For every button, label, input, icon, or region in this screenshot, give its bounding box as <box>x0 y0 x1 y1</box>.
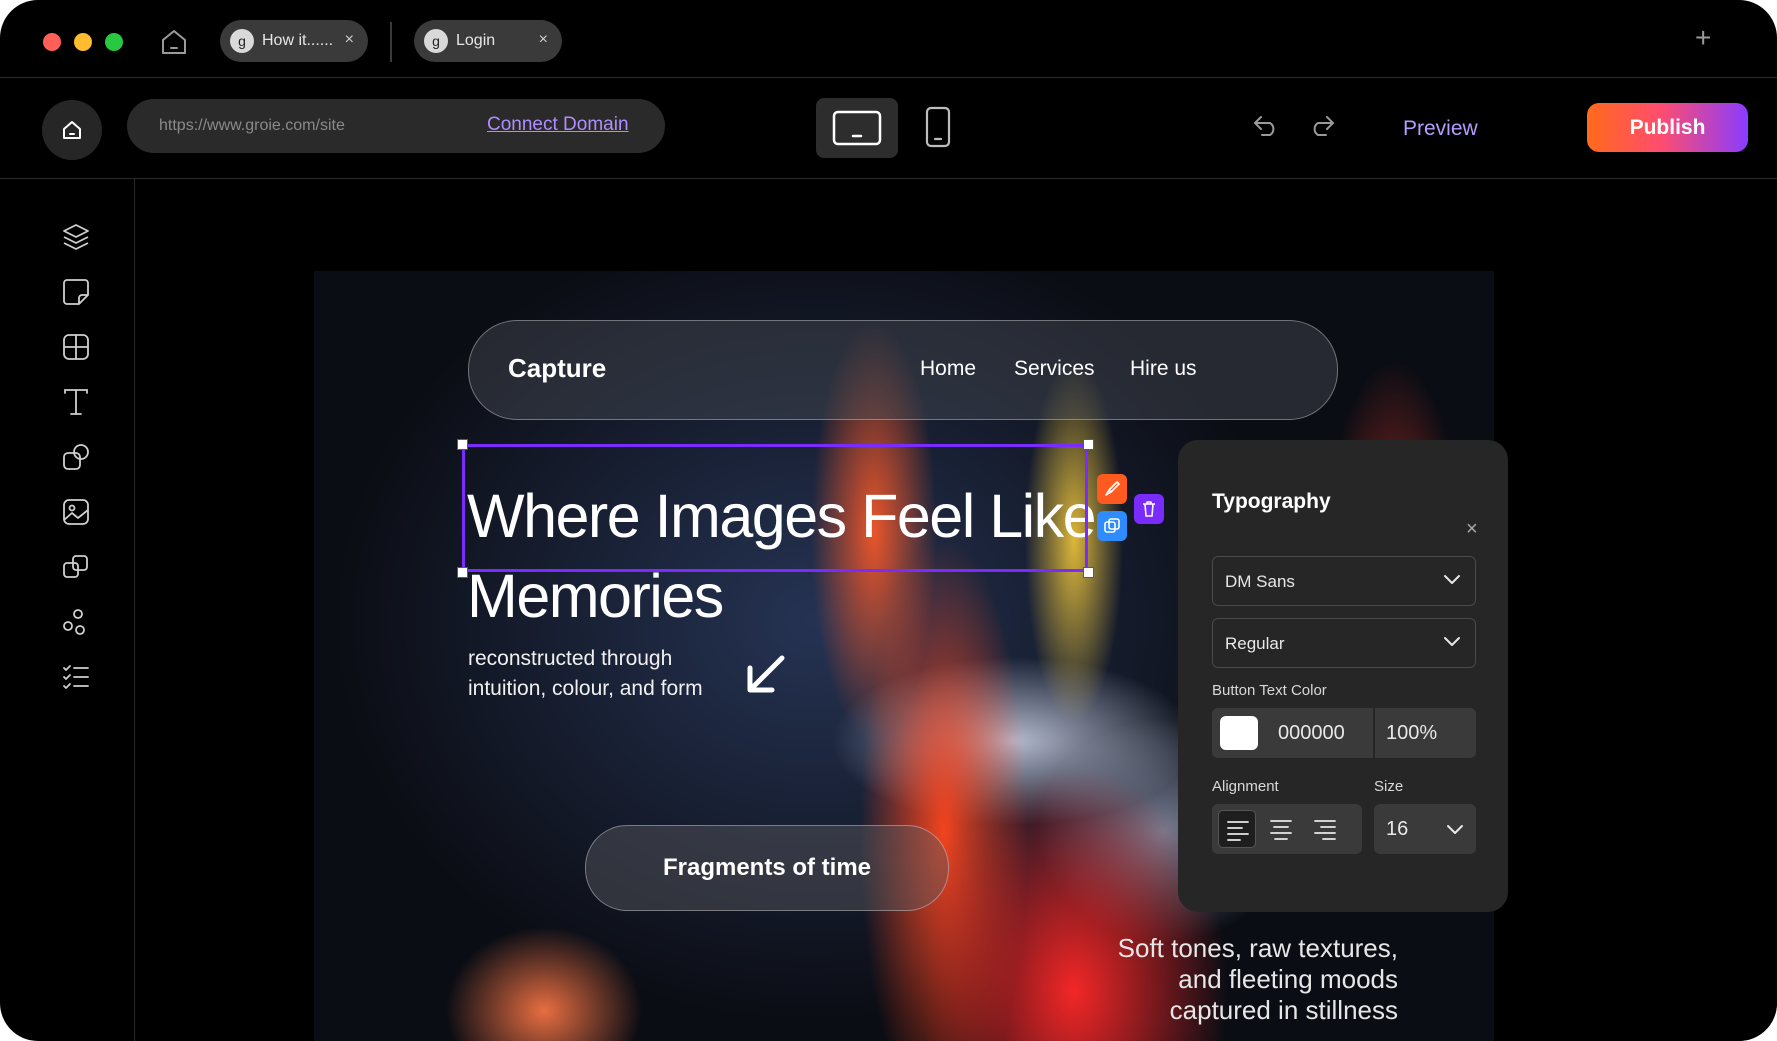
chevron-down-icon <box>1447 825 1463 834</box>
shapes-icon[interactable] <box>60 441 92 473</box>
desktop-view-button[interactable] <box>816 98 898 158</box>
editor-toolbar: https://www.groie.com/site Connect Domai… <box>0 78 1777 179</box>
browser-tab-how-it[interactable]: g How it...... × <box>220 20 368 62</box>
font-weight-select[interactable]: Regular <box>1212 618 1476 668</box>
hero-subtext[interactable]: reconstructed through intuition, colour,… <box>468 644 768 704</box>
url-bar[interactable]: https://www.groie.com/site Connect Domai… <box>127 99 665 153</box>
maximize-window-button[interactable] <box>105 33 123 51</box>
site-brand[interactable]: Capture <box>508 353 606 384</box>
nav-link-home[interactable]: Home <box>920 357 976 381</box>
alignment-group <box>1212 804 1362 854</box>
resize-handle-bottom-right[interactable] <box>1083 567 1094 578</box>
browser-tab-login[interactable]: g Login × <box>414 20 562 62</box>
tools-sidebar <box>0 179 135 1041</box>
tab-close-icon[interactable]: × <box>345 31 354 49</box>
font-size-select[interactable]: 16 <box>1374 804 1476 854</box>
opacity-value[interactable]: 100% <box>1386 722 1437 745</box>
align-center-icon <box>1270 820 1292 840</box>
duplicate-icon <box>1104 518 1120 533</box>
layout-grid-icon[interactable] <box>60 331 92 363</box>
panel-title: Typography <box>1212 490 1331 513</box>
cta-button[interactable]: Fragments of time <box>585 825 949 911</box>
button-text-color-label: Button Text Color <box>1212 682 1327 699</box>
resize-handle-top-right[interactable] <box>1083 439 1094 450</box>
brush-icon <box>1105 481 1120 496</box>
tagline-line-3: captured in stillness <box>1169 995 1398 1025</box>
font-weight-value: Regular <box>1225 634 1285 653</box>
align-right-icon <box>1314 820 1336 840</box>
nav-link-hire-us[interactable]: Hire us <box>1130 357 1197 381</box>
chevron-down-icon <box>1444 575 1460 584</box>
chevron-down-icon <box>1444 637 1460 646</box>
site-navbar[interactable]: Capture Home Services Hire us <box>468 320 1338 420</box>
tab-label: Login <box>456 32 496 49</box>
tagline-line-2: and fleeting moods <box>1178 964 1398 994</box>
delete-button[interactable] <box>1134 494 1164 524</box>
edit-style-button[interactable] <box>1097 474 1127 504</box>
connect-domain-link[interactable]: Connect Domain <box>487 114 629 136</box>
tab-divider <box>390 22 392 62</box>
font-family-value: DM Sans <box>1225 572 1295 591</box>
align-left-button[interactable] <box>1218 810 1256 848</box>
publish-button[interactable]: Publish <box>1587 103 1748 152</box>
title-bar: g How it...... × g Login × + <box>0 0 1777 78</box>
site-url: https://www.groie.com/site <box>159 117 345 134</box>
align-right-button[interactable] <box>1306 810 1344 848</box>
color-swatch[interactable] <box>1220 716 1258 750</box>
resize-handle-top-left[interactable] <box>457 439 468 450</box>
subtext-line-2: intuition, colour, and form <box>468 677 703 700</box>
components-icon[interactable] <box>60 551 92 583</box>
checklist-icon[interactable] <box>60 661 92 693</box>
font-family-select[interactable]: DM Sans <box>1212 556 1476 606</box>
nav-link-services[interactable]: Services <box>1014 357 1095 381</box>
image-icon[interactable] <box>60 496 92 528</box>
tab-label: How it...... <box>262 32 334 49</box>
hero-tagline[interactable]: Soft tones, raw textures, and fleeting m… <box>1040 933 1398 1026</box>
favicon-icon: g <box>424 29 448 53</box>
browser-window: g How it...... × g Login × + https://www… <box>0 0 1777 1041</box>
size-label: Size <box>1374 778 1404 795</box>
pages-icon[interactable] <box>60 276 92 308</box>
color-picker[interactable]: 000000 100% <box>1212 708 1476 758</box>
color-divider <box>1373 708 1375 758</box>
subtext-line-1: reconstructed through <box>468 647 673 670</box>
typography-panel: Typography × DM Sans Regular Button Text… <box>1178 440 1508 912</box>
panel-close-icon[interactable]: × <box>1466 518 1478 541</box>
text-icon[interactable] <box>60 386 92 418</box>
home-icon <box>63 121 81 139</box>
mobile-view-icon[interactable] <box>924 106 952 150</box>
align-center-button[interactable] <box>1262 810 1300 848</box>
elements-icon[interactable] <box>60 606 92 638</box>
home-icon[interactable] <box>158 26 190 58</box>
selection-box[interactable] <box>462 444 1088 572</box>
home-button[interactable] <box>42 100 102 160</box>
trash-icon <box>1143 501 1155 517</box>
color-hex-value[interactable]: 000000 <box>1278 722 1345 745</box>
alignment-label: Alignment <box>1212 778 1279 795</box>
preview-button[interactable]: Preview <box>1403 117 1478 141</box>
layers-icon[interactable] <box>60 221 92 253</box>
redo-icon[interactable] <box>1308 114 1336 138</box>
resize-handle-bottom-left[interactable] <box>457 567 468 578</box>
align-left-icon <box>1227 821 1249 841</box>
undo-icon[interactable] <box>1252 114 1280 138</box>
tagline-line-1: Soft tones, raw textures, <box>1117 933 1398 963</box>
favicon-icon: g <box>230 29 254 53</box>
desktop-icon <box>832 110 882 146</box>
minimize-window-button[interactable] <box>74 33 92 51</box>
tab-close-icon[interactable]: × <box>539 31 548 49</box>
arrow-down-left-icon <box>747 655 785 693</box>
close-window-button[interactable] <box>43 33 61 51</box>
new-tab-button[interactable]: + <box>1695 22 1711 54</box>
duplicate-button[interactable] <box>1097 511 1127 541</box>
font-size-value: 16 <box>1386 818 1409 840</box>
